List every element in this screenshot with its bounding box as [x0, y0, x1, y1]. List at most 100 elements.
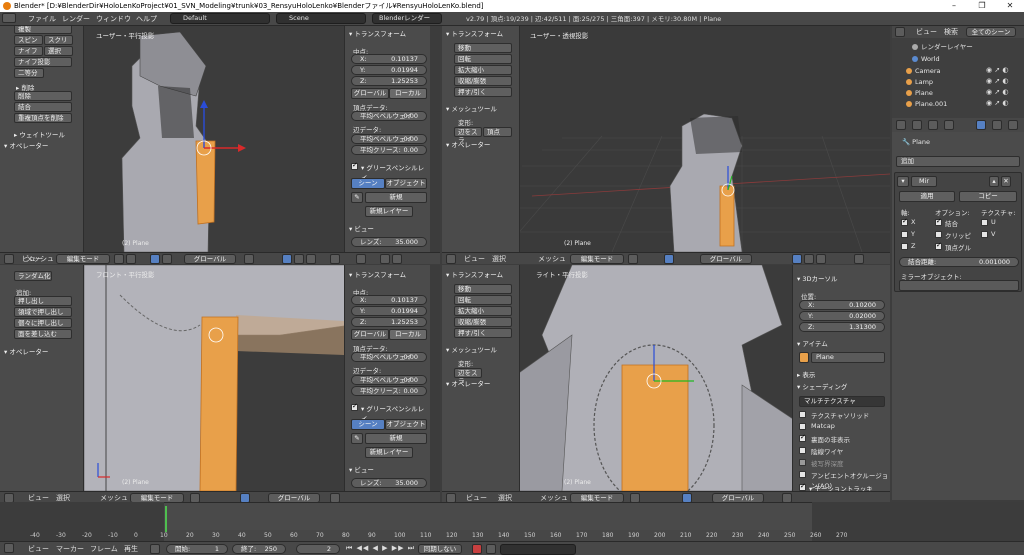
duplicate-button[interactable]: 複製: [14, 26, 72, 34]
median-z-field[interactable]: Z: 1.25253: [351, 317, 427, 327]
inset-faces-button[interactable]: 面を差し込む: [14, 329, 72, 339]
orientation-selector[interactable]: グローバル: [184, 254, 236, 264]
operator-panel[interactable]: オペレーター: [4, 346, 48, 356]
outliner-view-menu[interactable]: ビュー: [916, 27, 937, 37]
median-x-field[interactable]: X: 0.10137: [351, 54, 427, 64]
scale-button[interactable]: 拡大縮小: [454, 306, 512, 316]
rotate-button[interactable]: 回転: [454, 295, 512, 305]
visibility-eye-icon[interactable]: ◉ ➚ ◐: [986, 88, 1009, 96]
collapse-icon[interactable]: ▾: [897, 176, 909, 187]
view-panel[interactable]: ビュー: [349, 223, 374, 233]
snap-icon[interactable]: [854, 254, 864, 264]
global-button[interactable]: グローバル: [351, 88, 389, 99]
layer-icon[interactable]: [244, 254, 254, 264]
menu-mesh[interactable]: メッシュ: [26, 254, 54, 264]
spin-button[interactable]: スピン: [14, 35, 43, 45]
translate-icon[interactable]: [162, 254, 172, 264]
visibility-eye-icon[interactable]: ◉ ➚ ◐: [986, 99, 1009, 107]
remove-doubles-button[interactable]: 重複頂点を削除: [14, 113, 72, 123]
edge-select-icon[interactable]: [294, 254, 304, 264]
u-checkbox[interactable]: [981, 219, 988, 226]
merge-dropdown[interactable]: 結合: [14, 102, 72, 112]
transform-panel[interactable]: トランスフォーム: [349, 28, 406, 38]
object-tab-icon[interactable]: [944, 120, 954, 130]
menu-render[interactable]: レンダー: [62, 14, 90, 24]
viewport-bottom-left[interactable]: フロント・平行投影 (2) Plane ランダム化 追加: 押し出し 領域で押し…: [0, 265, 440, 491]
editor-type-icon[interactable]: [4, 543, 14, 553]
3d-cursor-panel[interactable]: 3Dカーソル: [797, 273, 837, 283]
axis-x-checkbox[interactable]: [901, 217, 908, 226]
shrink-fatten-button[interactable]: 収縮/膨張: [454, 76, 512, 86]
mean-edge-bevel-field[interactable]: 平均ベベルウェイ 0.00: [351, 134, 427, 144]
shrink-fatten-button[interactable]: 収縮/膨張: [454, 317, 512, 327]
manipulator-icon[interactable]: [150, 254, 160, 264]
clipping-checkbox[interactable]: [935, 231, 942, 238]
cursor-x-field[interactable]: X: 0.10200: [799, 300, 885, 310]
motion-tracking-panel[interactable]: モーショントラッキ: [809, 483, 872, 491]
scene-tab[interactable]: シーン: [351, 178, 385, 189]
median-y-field[interactable]: Y: 0.01994: [351, 306, 427, 316]
editor-type-icon[interactable]: [446, 254, 456, 264]
merge-checkbox[interactable]: [935, 217, 942, 226]
keying-set-field[interactable]: [500, 544, 576, 555]
mesh-tools-panel[interactable]: メッシュツール: [446, 344, 497, 354]
edge-select-icon[interactable]: [804, 254, 814, 264]
render-tab-icon[interactable]: [896, 120, 906, 130]
proportional-icon[interactable]: [330, 254, 340, 264]
view-panel[interactable]: ビュー: [349, 464, 374, 474]
global-button[interactable]: グローバル: [351, 329, 389, 340]
push-pull-button[interactable]: 押す/引く: [454, 328, 512, 338]
backface-checkbox[interactable]: [799, 433, 806, 442]
extrude-region-button[interactable]: 領域で押し出し: [14, 307, 72, 317]
menu-playback[interactable]: 再生: [124, 544, 138, 554]
object-tab[interactable]: オブジェクト: [385, 419, 427, 430]
playback-controls[interactable]: ⏮ ◀◀ ◀ ▶ ▶▶ ⏭: [346, 544, 415, 553]
editor-type-icon[interactable]: [895, 27, 905, 37]
data-tab-icon[interactable]: [992, 120, 1002, 130]
new-layer-button[interactable]: 新規レイヤー: [365, 447, 413, 458]
extrude-individual-button[interactable]: 個々に押し出し: [14, 318, 72, 328]
scene-tab-icon[interactable]: [912, 120, 922, 130]
vertex-slide-button[interactable]: 頂点: [483, 127, 512, 137]
median-z-field[interactable]: Z: 1.25253: [351, 76, 427, 86]
pencil-icon[interactable]: ✎: [351, 433, 363, 444]
new-gp-button[interactable]: 新規: [365, 192, 427, 203]
ao-checkbox[interactable]: [799, 471, 806, 478]
menu-marker[interactable]: マーカー: [56, 544, 84, 554]
world-tab-icon[interactable]: [928, 120, 938, 130]
pivot-icon[interactable]: [126, 254, 136, 264]
pencil-icon[interactable]: ✎: [351, 192, 363, 203]
delete-dropdown[interactable]: 削除: [14, 91, 72, 101]
shading-icon[interactable]: [628, 254, 638, 264]
operator-panel[interactable]: オペレーター: [446, 378, 490, 388]
texture-solid-checkbox[interactable]: [799, 411, 806, 418]
visibility-eye-icon[interactable]: ◉ ➚ ◐: [986, 66, 1009, 74]
sync-dropdown[interactable]: 同期しない: [418, 544, 462, 554]
translate-button[interactable]: 移動: [454, 284, 512, 294]
close-button[interactable]: ✕: [996, 0, 1024, 12]
menu-file[interactable]: ファイル: [28, 14, 56, 24]
material-tab-icon[interactable]: [1008, 120, 1018, 130]
grease-pencil-checkbox[interactable]: [351, 161, 358, 170]
transform-panel[interactable]: トランスフォーム: [446, 269, 503, 279]
scene-tab[interactable]: シーン: [351, 419, 385, 430]
bisect-button[interactable]: 二等分: [14, 68, 44, 78]
lens-field[interactable]: レンズ: 35.000: [351, 237, 427, 247]
viewport-top-right[interactable]: ユーザー・透視投影 (2) Plane トランスフォーム 移動 回転 拡大縮小 …: [442, 26, 890, 252]
merge-limit-field[interactable]: 結合距離: 0.001000: [899, 257, 1019, 267]
operator-panel[interactable]: オペレーター: [4, 140, 48, 150]
new-layer-button[interactable]: 新規レイヤー: [365, 206, 413, 217]
viewport-top-left[interactable]: ユーザー・平行投影 (2) Plane 複製 スピン スクリュー ナイフ 選択 …: [0, 26, 440, 252]
mean-bevel-field[interactable]: 平均ベベルウェイ 0.00: [351, 111, 427, 121]
mode-selector[interactable]: 編集モード: [56, 254, 110, 264]
menu-view[interactable]: ビュー: [28, 544, 49, 554]
object-tab[interactable]: オブジェクト: [385, 178, 427, 189]
menu-mesh[interactable]: メッシュ: [538, 254, 566, 264]
range-icon[interactable]: [150, 544, 160, 554]
outliner-row-world[interactable]: World: [892, 54, 1024, 64]
transform-panel[interactable]: トランスフォーム: [446, 28, 503, 38]
shading-panel[interactable]: シェーディング: [797, 381, 847, 391]
edge-slide-button[interactable]: 辺をスラ: [454, 127, 482, 144]
viewport-bottom-right[interactable]: ライト・平行投影 (2) Plane トランスフォーム 移動 回転 拡大縮小 収…: [442, 265, 890, 491]
vertex-groups-checkbox[interactable]: [935, 241, 942, 250]
